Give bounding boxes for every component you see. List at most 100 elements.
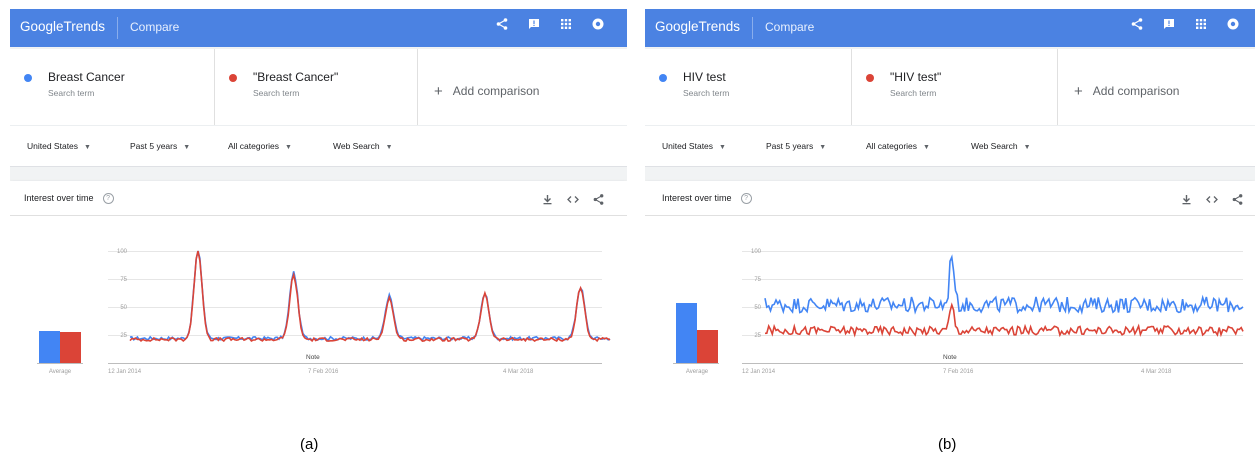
filter-search-type-dropdown[interactable]: Web Search ▼ — [971, 141, 1031, 151]
google-trends-logo[interactable]: GoogleTrends — [20, 19, 105, 34]
add-comparison-button[interactable]: + Add comparison — [434, 82, 540, 100]
embed-icon[interactable] — [1206, 192, 1218, 210]
page-title: Compare — [130, 20, 180, 34]
filter-label: All categories — [866, 141, 918, 151]
dropdown-arrow-icon: ▼ — [719, 144, 726, 151]
filter-region-dropdown[interactable]: United States ▼ — [27, 141, 91, 151]
logo-google-text: Google — [655, 19, 699, 34]
search-term-chip[interactable]: "HIV test" Search term — [852, 49, 1058, 125]
search-term-chip[interactable]: Breast Cancer Search term — [10, 49, 215, 125]
logo-trends-text: Trends — [698, 19, 741, 34]
app-bar-divider — [117, 17, 118, 39]
filter-region-dropdown[interactable]: United States ▼ — [662, 141, 726, 151]
search-term-sublabel: Search term — [48, 88, 95, 98]
x-tick-label: 12 Jan 2014 — [108, 369, 142, 375]
series-line — [129, 250, 611, 343]
search-term-label: Breast Cancer — [48, 70, 125, 84]
search-term-chip[interactable]: HIV test Search term — [645, 49, 852, 125]
search-term-chip[interactable]: "Breast Cancer" Search term — [215, 49, 418, 125]
card-title: Interest over time? — [662, 193, 752, 205]
filters-bar: United States ▼ Past 5 years ▼ All categor… — [645, 125, 1255, 167]
help-icon[interactable]: ? — [102, 193, 114, 204]
share-icon[interactable] — [1131, 18, 1143, 30]
term-color-dot — [866, 74, 874, 82]
average-bar — [697, 330, 718, 363]
page-title: Compare — [765, 20, 815, 34]
search-term-label: "Breast Cancer" — [253, 70, 339, 84]
logo-trends-text: Trends — [63, 19, 106, 34]
filter-label: Past 5 years — [130, 141, 178, 151]
term-color-dot — [659, 74, 667, 82]
note-label: Note — [943, 354, 957, 361]
filter-search-type-dropdown[interactable]: Web Search ▼ — [333, 141, 393, 151]
x-tick-label: 4 Mar 2018 — [1141, 369, 1172, 375]
download-icon[interactable] — [1181, 192, 1192, 210]
interest-over-time-card: Interest over time? 100 75 50 25 12 Jan … — [10, 181, 627, 424]
search-term-label: "HIV test" — [890, 70, 942, 84]
apps-icon[interactable] — [1195, 18, 1207, 30]
average-label: Average — [686, 369, 709, 375]
average-bar — [60, 332, 81, 363]
average-label: Average — [49, 369, 72, 375]
dropdown-arrow-icon: ▼ — [1023, 144, 1031, 151]
embed-icon[interactable] — [567, 192, 579, 210]
filter-label: United States — [27, 141, 79, 151]
average-bar — [676, 303, 697, 363]
filter-label: United States — [662, 141, 714, 151]
dropdown-arrow-icon: ▼ — [84, 144, 91, 151]
filter-label: Web Search — [971, 141, 1018, 151]
app-bar: GoogleTrends Compare — [645, 9, 1255, 47]
add-comparison-label: Add comparison — [452, 84, 540, 98]
search-terms-bar: Breast Cancer Search term "Breast Cancer… — [10, 49, 627, 125]
add-comparison-button[interactable]: + Add comparison — [1074, 82, 1180, 100]
average-bar — [39, 331, 60, 363]
card-title-text: Interest over time — [24, 193, 94, 203]
account-icon[interactable] — [592, 18, 604, 30]
help-icon[interactable]: ? — [740, 193, 752, 204]
filter-time-dropdown[interactable]: Past 5 years ▼ — [130, 141, 190, 151]
share-icon[interactable] — [593, 192, 604, 210]
term-color-dot — [229, 74, 237, 82]
card-actions — [1181, 192, 1243, 210]
google-trends-panel-b: GoogleTrends Compare HIV test Search ter… — [645, 9, 1255, 424]
y-tick-label: 100 — [117, 249, 128, 255]
y-tick-label: 50 — [754, 305, 761, 311]
x-tick-label: 12 Jan 2014 — [742, 369, 776, 375]
share-icon[interactable] — [496, 18, 508, 30]
google-trends-logo[interactable]: GoogleTrends — [655, 19, 740, 34]
card-title: Interest over time? — [24, 193, 114, 205]
share-icon[interactable] — [1232, 192, 1243, 210]
plus-icon: + — [434, 83, 443, 100]
series-line — [764, 302, 1244, 338]
interest-over-time-chart: 100 75 50 25 12 Jan 2014 7 Feb 2016 4 Ma… — [673, 249, 1244, 375]
y-gridlines — [108, 251, 602, 364]
x-tick-label: 7 Feb 2016 — [943, 369, 974, 375]
filter-category-dropdown[interactable]: All categories ▼ — [866, 141, 930, 151]
search-term-sublabel: Search term — [683, 88, 730, 98]
filter-time-dropdown[interactable]: Past 5 years ▼ — [766, 141, 826, 151]
add-comparison-label: Add comparison — [1092, 84, 1180, 98]
logo-google-text: Google — [20, 19, 64, 34]
figure-caption: (a) — [300, 436, 319, 453]
apps-icon[interactable] — [560, 18, 572, 30]
account-icon[interactable] — [1227, 18, 1239, 30]
download-icon[interactable] — [542, 192, 553, 210]
search-term-label: HIV test — [683, 70, 726, 84]
app-bar: GoogleTrends Compare — [10, 9, 627, 47]
y-tick-label: 25 — [754, 333, 761, 339]
dropdown-arrow-icon: ▼ — [923, 144, 930, 151]
y-tick-label: 75 — [120, 277, 127, 283]
dropdown-arrow-icon: ▼ — [183, 144, 191, 151]
feedback-icon[interactable] — [528, 18, 540, 30]
figure-caption: (b) — [938, 436, 957, 453]
filter-category-dropdown[interactable]: All categories ▼ — [228, 141, 292, 151]
series-line — [764, 254, 1244, 316]
x-tick-label: 7 Feb 2016 — [308, 369, 339, 375]
search-term-sublabel: Search term — [890, 88, 937, 98]
feedback-icon[interactable] — [1163, 18, 1175, 30]
interest-over-time-chart: 100 75 50 25 12 Jan 2014 7 Feb 2016 4 Ma… — [37, 249, 611, 375]
y-tick-label: 50 — [120, 305, 127, 311]
card-actions — [542, 192, 604, 210]
note-label: Note — [306, 354, 320, 361]
y-tick-label: 25 — [120, 333, 127, 339]
